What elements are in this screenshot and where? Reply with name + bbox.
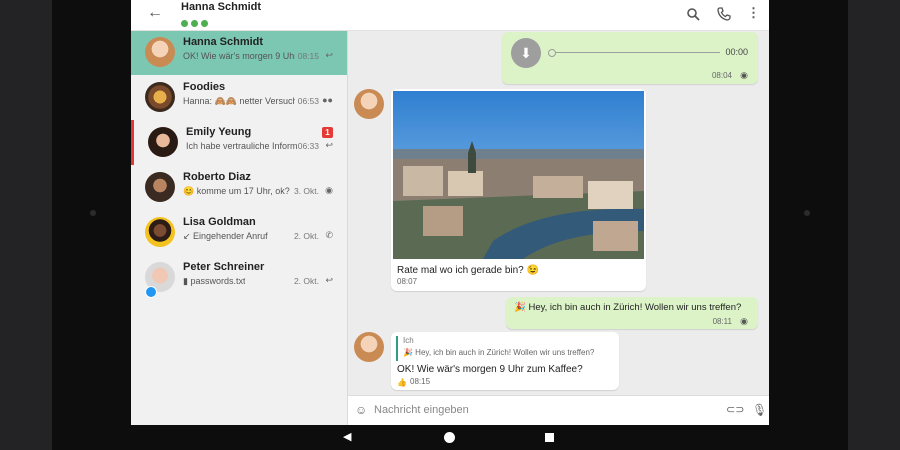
- contact-name: Emily Yeung: [186, 126, 252, 138]
- eye-icon: ◉: [325, 185, 333, 195]
- contact-name: Roberto Diaz: [183, 171, 251, 183]
- message-time: 08:07: [397, 277, 418, 286]
- security-level-dots: [181, 14, 211, 32]
- voice-message-bubble[interactable]: ⬇ 00:00 08:04 ◉: [502, 32, 758, 84]
- conversation-item-hanna[interactable]: Hanna Schmidt OK! Wie wär's morgen 9 Uhr…: [131, 30, 347, 75]
- message-preview: Ich habe vertrauliche Informationen: [186, 141, 298, 151]
- app-screen: ← Hanna Schmidt ⋮ Hanna Schmidt OK! Wie …: [131, 0, 769, 425]
- avatar: [148, 127, 178, 157]
- read-eye-icon: ◉: [740, 316, 748, 326]
- unread-badge: 1: [322, 127, 333, 138]
- message-time: 06:33: [297, 141, 319, 151]
- call-icon[interactable]: [717, 7, 731, 21]
- message-time: 08:15: [410, 377, 431, 386]
- download-icon[interactable]: ⬇: [511, 38, 541, 68]
- emoji-icon[interactable]: ☺: [355, 403, 367, 417]
- conversation-list: Hanna Schmidt OK! Wie wär's morgen 9 Uhr…: [131, 30, 348, 425]
- message-composer: ☺ Nachricht eingeben ⊂⊃ 🎙: [348, 395, 769, 425]
- phone-icon: ✆: [325, 230, 333, 240]
- reply-icon: ↩: [325, 140, 333, 150]
- avatar: [145, 82, 175, 112]
- quoted-reply-bubble[interactable]: Ich 🎉 Hey, ich bin auch in Zürich! Wolle…: [391, 332, 619, 390]
- quote-author: Ich: [403, 336, 414, 345]
- contact-name: Peter Schreiner: [183, 261, 265, 273]
- nav-home-icon[interactable]: [444, 432, 455, 443]
- message-time: 08:04: [711, 71, 732, 80]
- message-input[interactable]: Nachricht eingeben: [374, 404, 469, 416]
- search-icon[interactable]: [687, 8, 700, 21]
- message-text: OK! Wie wär's morgen 9 Uhr zum Kaffee?: [397, 364, 583, 375]
- message-time: 2. Okt.: [293, 231, 319, 241]
- photo-zurich[interactable]: [393, 91, 644, 259]
- message-time: 06:53: [297, 96, 319, 106]
- contact-name: Hanna Schmidt: [183, 36, 264, 48]
- conversation-item-foodies[interactable]: Foodies Hanna: 🙈🙈 netter Versuch 06:53 ●…: [131, 75, 347, 120]
- read-eye-icon: ◉: [740, 70, 748, 80]
- sender-avatar: [354, 332, 384, 362]
- microphone-icon[interactable]: 🎙: [752, 403, 767, 417]
- sender-avatar: [354, 89, 384, 119]
- device-sensor: [804, 210, 810, 216]
- message-preview: OK! Wie wär's morgen 9 Uhr zum Kaffee?: [183, 51, 295, 61]
- reply-icon: ↩: [325, 275, 333, 285]
- message-time: 08:15: [297, 51, 319, 61]
- overflow-menu-icon[interactable]: ⋮: [747, 5, 760, 21]
- quote-bar: [396, 336, 398, 361]
- message-text: 🎉 Hey, ich bin auch in Zürich! Wollen wi…: [514, 302, 742, 313]
- back-arrow-icon[interactable]: ←: [147, 4, 163, 22]
- attachment-icon[interactable]: ⊂⊃: [726, 403, 744, 416]
- message-preview: ▮ passwords.txt: [183, 276, 246, 286]
- outgoing-message-bubble[interactable]: 🎉 Hey, ich bin auch in Zürich! Wollen wi…: [506, 297, 758, 329]
- reply-icon: ↩: [325, 50, 333, 60]
- group-icon: ●●: [322, 95, 333, 105]
- photo-message-bubble[interactable]: Rate mal wo ich gerade bin? 😉 08:07: [391, 89, 646, 291]
- audio-duration: 00:00: [725, 47, 748, 57]
- conversation-item-peter[interactable]: Peter Schreiner ▮ passwords.txt 2. Okt. …: [131, 255, 347, 300]
- thumbs-up-icon: 👍: [397, 378, 407, 387]
- avatar: [145, 172, 175, 202]
- audio-progress-knob[interactable]: [548, 49, 556, 57]
- photo-caption: Rate mal wo ich gerade bin? 😉: [397, 265, 539, 276]
- system-navigation-bar: ◀: [0, 425, 900, 450]
- message-preview: ↙ Eingehender Anruf: [183, 231, 268, 241]
- device-sensor: [90, 210, 96, 216]
- conversation-item-lisa[interactable]: Lisa Goldman ↙ Eingehender Anruf 2. Okt.…: [131, 210, 347, 255]
- contact-name: Lisa Goldman: [183, 216, 256, 228]
- conversation-item-roberto[interactable]: Roberto Diaz 😊 komme um 17 Uhr, ok? 3. O…: [131, 165, 347, 210]
- audio-progress-track[interactable]: [550, 52, 720, 53]
- chat-title: Hanna Schmidt: [181, 1, 262, 13]
- verified-badge-icon: [145, 286, 157, 298]
- message-time: 08:11: [712, 317, 732, 326]
- conversation-item-emily[interactable]: Emily Yeung Ich habe vertrauliche Inform…: [131, 120, 347, 165]
- quote-text: 🎉 Hey, ich bin auch in Zürich! Wollen wi…: [403, 348, 595, 357]
- nav-recents-icon[interactable]: [545, 433, 554, 442]
- top-bar: ← Hanna Schmidt ⋮: [131, 0, 769, 31]
- nav-back-icon[interactable]: ◀: [343, 430, 351, 443]
- message-time: 3. Okt.: [293, 186, 319, 196]
- message-preview: Hanna: 🙈🙈 netter Versuch: [183, 96, 295, 106]
- message-time: 2. Okt.: [293, 276, 319, 286]
- chat-pane: ⬇ 00:00 08:04 ◉ Rate mal wo ich gerade b…: [348, 30, 769, 395]
- message-preview: 😊 komme um 17 Uhr, ok?: [183, 186, 290, 196]
- avatar: [145, 217, 175, 247]
- contact-name: Foodies: [183, 81, 226, 93]
- avatar: [145, 37, 175, 67]
